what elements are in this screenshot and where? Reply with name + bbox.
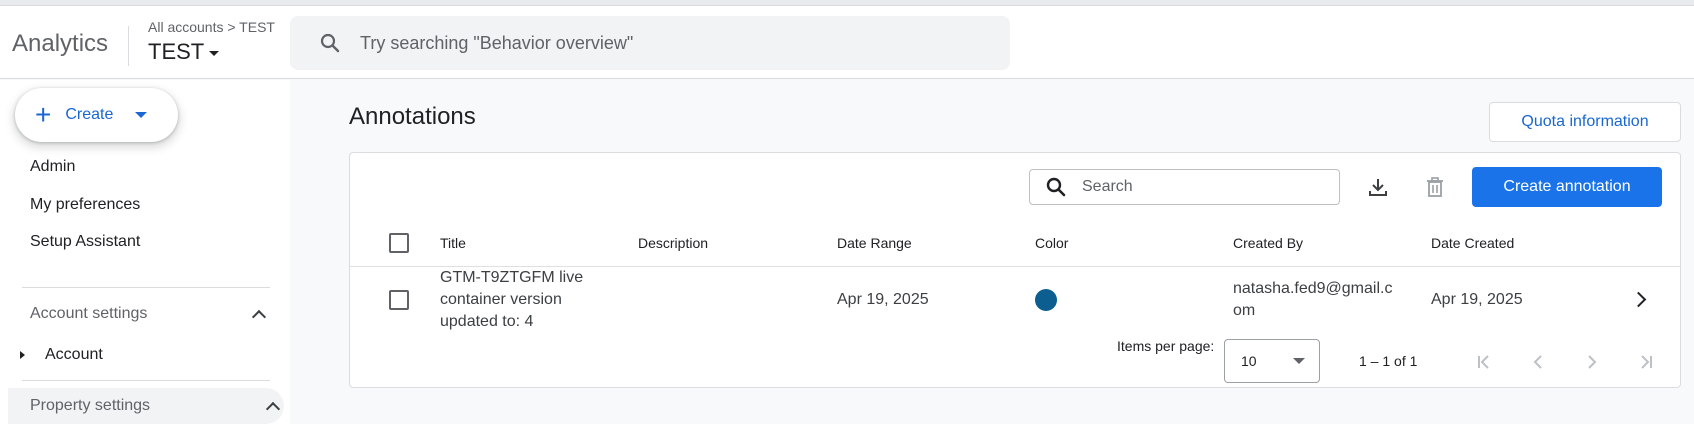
trash-icon [1427, 177, 1443, 197]
annotation-title: GTM-T9ZTGFM live container version updat… [440, 267, 583, 333]
next-page-button[interactable] [1580, 350, 1604, 374]
annotation-title-line: updated to: 4 [440, 313, 534, 330]
page-title: Annotations [349, 103, 476, 130]
header-divider [128, 26, 129, 66]
annotation-date-range: Apr 19, 2025 [837, 291, 929, 308]
property-name: TEST [148, 39, 205, 64]
column-header-date-range[interactable]: Date Range [837, 235, 912, 251]
annotation-title-line: GTM-T9ZTGFM live [440, 269, 584, 286]
sidebar-divider [22, 287, 270, 288]
next-page-icon [1588, 355, 1597, 369]
caret-down-icon [1293, 358, 1305, 364]
chevron-right-icon[interactable] [1630, 291, 1647, 308]
pagination-range: 1 – 1 of 1 [1359, 353, 1418, 369]
search-icon [1046, 177, 1066, 197]
breadcrumb[interactable]: All accounts > TEST [148, 19, 275, 35]
last-page-icon [1641, 355, 1652, 369]
global-search-bar[interactable] [290, 16, 1010, 70]
select-all-checkbox[interactable] [389, 233, 409, 253]
items-per-page-select[interactable]: 10 [1224, 339, 1320, 383]
prev-page-icon [1533, 355, 1542, 369]
sidebar-item-account[interactable]: Account [20, 346, 103, 364]
last-page-button[interactable] [1634, 350, 1658, 374]
account-settings-section[interactable]: Account settings [22, 296, 270, 332]
chevron-up-icon [251, 309, 267, 324]
quota-information-button[interactable]: Quota information [1489, 102, 1681, 142]
annotation-title-line: container version [440, 291, 562, 308]
created-by-line: om [1233, 302, 1256, 319]
annotation-date-created: Apr 19, 2025 [1431, 291, 1523, 308]
plus-icon: + [35, 99, 52, 130]
app-header: Analytics All accounts > TEST TEST [0, 6, 1694, 79]
first-page-icon [1478, 355, 1489, 369]
sidebar: + Create Admin My preferences Setup Assi… [0, 80, 290, 424]
delete-button[interactable] [1419, 171, 1451, 203]
create-button[interactable]: + Create [15, 88, 178, 142]
first-page-button[interactable] [1472, 350, 1496, 374]
table-search-input[interactable] [1082, 178, 1312, 196]
property-settings-section[interactable]: Property settings [8, 388, 284, 424]
account-settings-label: Account settings [30, 305, 148, 322]
chevron-up-icon [265, 401, 281, 416]
column-header-created-by[interactable]: Created By [1233, 235, 1303, 251]
table-search[interactable] [1029, 169, 1340, 205]
created-by-line: natasha.fed9@gmail.c [1233, 280, 1393, 297]
row-checkbox[interactable] [389, 290, 409, 310]
annotations-table-card: Create annotation Title Description Date… [349, 152, 1681, 388]
download-icon [1369, 179, 1387, 196]
property-settings-label: Property settings [30, 397, 151, 414]
global-search-input[interactable] [360, 32, 960, 54]
column-header-color[interactable]: Color [1035, 235, 1068, 251]
caret-down-icon [209, 51, 220, 56]
annotation-created-by: natasha.fed9@gmail.c om [1233, 278, 1392, 322]
items-per-page-value: 10 [1241, 353, 1257, 369]
app-brand: Analytics [12, 30, 109, 57]
create-button-label: Create [65, 106, 114, 123]
search-icon [320, 33, 340, 53]
column-header-date-created[interactable]: Date Created [1431, 235, 1514, 251]
create-annotation-button[interactable]: Create annotation [1472, 167, 1662, 207]
account-label: Account [45, 346, 103, 363]
download-button[interactable] [1362, 171, 1394, 203]
triangle-right-icon [20, 351, 25, 359]
column-header-title[interactable]: Title [440, 235, 466, 251]
sidebar-item-my-preferences[interactable]: My preferences [30, 196, 140, 214]
column-header-description[interactable]: Description [638, 235, 708, 251]
items-per-page-label: Items per page: [1117, 338, 1215, 354]
sidebar-divider [22, 380, 270, 381]
prev-page-button[interactable] [1526, 350, 1550, 374]
caret-down-icon [135, 112, 148, 118]
sidebar-item-admin[interactable]: Admin [30, 158, 75, 176]
annotation-color-swatch [1035, 289, 1057, 311]
sidebar-item-setup-assistant[interactable]: Setup Assistant [30, 233, 140, 251]
property-selector[interactable]: TEST [148, 39, 220, 65]
